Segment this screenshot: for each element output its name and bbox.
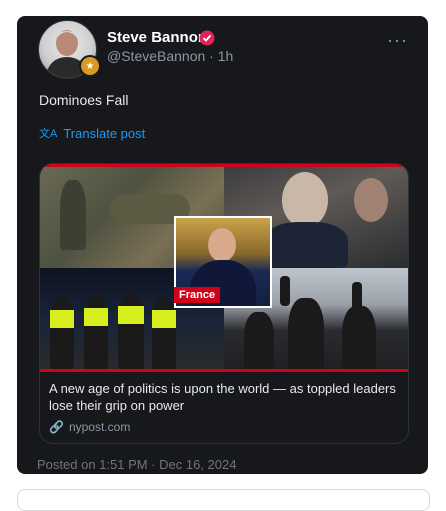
verified-badge-icon [199, 30, 215, 46]
post-text: Dominoes Fall [39, 92, 129, 108]
image-overlay-label: France [174, 287, 221, 303]
link-preview-card[interactable]: France A new age of politics is upon the… [39, 163, 409, 444]
next-post-card [17, 489, 430, 511]
translate-post-link[interactable]: 文A Translate post [39, 125, 145, 141]
more-options-icon[interactable]: ··· [387, 30, 408, 51]
image-accent-bar [40, 369, 408, 372]
link-card-domain[interactable]: 🔗 nypost.com [49, 420, 130, 434]
author-name[interactable]: Steve Bannon [107, 29, 207, 46]
post-timestamp[interactable]: Posted on 1:51 PM · Dec 16, 2024 [37, 457, 236, 472]
link-preview-image[interactable]: France [40, 164, 408, 372]
affiliation-badge-icon: ★ [79, 55, 101, 77]
post-card[interactable]: ★ Steve Bannon @SteveBannon · 1h ··· Dom… [17, 16, 428, 474]
translate-label: Translate post [63, 125, 146, 141]
link-icon: 🔗 [49, 420, 64, 434]
translate-icon: 文A [39, 128, 58, 140]
link-card-title[interactable]: A new age of politics is upon the world … [49, 380, 401, 414]
author-handle-time[interactable]: @SteveBannon · 1h [107, 48, 233, 64]
image-accent-bar [40, 164, 408, 167]
domain-label: nypost.com [68, 420, 131, 434]
